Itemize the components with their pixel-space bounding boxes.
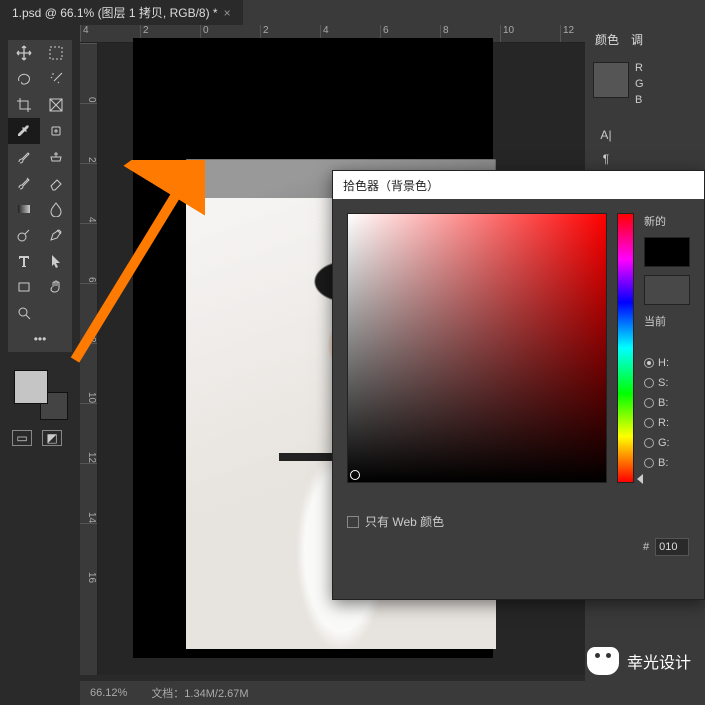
- frame-tool[interactable]: [40, 92, 72, 118]
- wechat-icon: [587, 647, 619, 675]
- sat-radio[interactable]: [644, 378, 654, 388]
- current-color-swatch[interactable]: [644, 275, 690, 305]
- standard-mode-button[interactable]: ▭: [12, 430, 32, 446]
- zoom-tool[interactable]: [8, 300, 40, 326]
- document-tab[interactable]: 1.psd @ 66.1% (图层 1 拷贝, RGB/8) * ×: [0, 0, 243, 25]
- adjust-panel-tab[interactable]: 调: [631, 31, 643, 48]
- picker-cursor-icon: [350, 470, 360, 480]
- toolbox: •••: [8, 40, 72, 352]
- new-color-label: 新的: [644, 213, 690, 229]
- move-tool[interactable]: [8, 40, 40, 66]
- character-panel-button[interactable]: A|: [593, 124, 619, 146]
- quick-mask-button[interactable]: ◩: [42, 430, 62, 446]
- new-color-swatch: [644, 237, 690, 267]
- g-label: G: [635, 78, 644, 90]
- green-radio[interactable]: [644, 438, 654, 448]
- red-radio[interactable]: [644, 418, 654, 428]
- doc-size: 文档：1.34M/2.67M: [151, 685, 248, 701]
- hex-prefix: #: [643, 541, 649, 553]
- web-only-label: 只有 Web 颜色: [365, 513, 444, 530]
- magic-wand-tool[interactable]: [40, 66, 72, 92]
- document-tab-title: 1.psd @ 66.1% (图层 1 拷贝, RGB/8) *: [12, 4, 218, 21]
- hand-tool[interactable]: [40, 274, 72, 300]
- eraser-tool[interactable]: [40, 170, 72, 196]
- b-label: B: [635, 94, 644, 106]
- blur-tool[interactable]: [40, 196, 72, 222]
- edit-toolbar-button[interactable]: •••: [8, 326, 72, 352]
- web-only-checkbox[interactable]: [347, 516, 359, 528]
- brush-tool[interactable]: [8, 144, 40, 170]
- panel-swatch[interactable]: [593, 62, 629, 98]
- status-bar: 66.12% 文档：1.34M/2.67M: [80, 681, 705, 705]
- color-swatches: [14, 370, 64, 420]
- crop-tool[interactable]: [8, 92, 40, 118]
- hue-slider-thumb-icon: [637, 474, 643, 484]
- dodge-tool[interactable]: [8, 222, 40, 248]
- gradient-tool[interactable]: [8, 196, 40, 222]
- lasso-tool[interactable]: [8, 66, 40, 92]
- pen-tool[interactable]: [40, 222, 72, 248]
- saturation-brightness-field[interactable]: [347, 213, 607, 483]
- hue-radio[interactable]: [644, 358, 654, 368]
- paragraph-panel-button[interactable]: ¶: [593, 148, 619, 170]
- rectangle-tool[interactable]: [8, 274, 40, 300]
- zoom-level[interactable]: 66.12%: [90, 687, 127, 699]
- color-picker-title: 拾色器（背景色）: [333, 171, 704, 199]
- r-label: R: [635, 62, 644, 74]
- close-icon[interactable]: ×: [224, 6, 231, 20]
- spot-heal-tool[interactable]: [40, 118, 72, 144]
- path-select-tool[interactable]: [40, 248, 72, 274]
- history-brush-tool[interactable]: [8, 170, 40, 196]
- bri-radio[interactable]: [644, 398, 654, 408]
- quick-mask-controls: ▭ ◩: [12, 430, 62, 446]
- color-picker-dialog: 拾色器（背景色） 新的 当前 H: S: B: R: G: B: 只有 Web …: [332, 170, 705, 600]
- hex-input[interactable]: [655, 538, 689, 556]
- watermark-text: 幸光设计: [627, 649, 691, 673]
- clone-stamp-tool[interactable]: [40, 144, 72, 170]
- document-tab-bar: 1.psd @ 66.1% (图层 1 拷贝, RGB/8) * ×: [0, 0, 705, 25]
- color-panel-tab[interactable]: 颜色: [595, 31, 619, 48]
- eyedropper-tool[interactable]: [8, 118, 40, 144]
- marquee-tool[interactable]: [40, 40, 72, 66]
- foreground-color-swatch[interactable]: [14, 370, 48, 404]
- ruler-vertical: 024 6810 121416: [80, 43, 98, 675]
- blue-radio[interactable]: [644, 458, 654, 468]
- current-color-label: 当前: [644, 313, 690, 329]
- hue-slider[interactable]: [617, 213, 634, 483]
- type-tool[interactable]: [8, 248, 40, 274]
- watermark: 幸光设计: [587, 647, 691, 675]
